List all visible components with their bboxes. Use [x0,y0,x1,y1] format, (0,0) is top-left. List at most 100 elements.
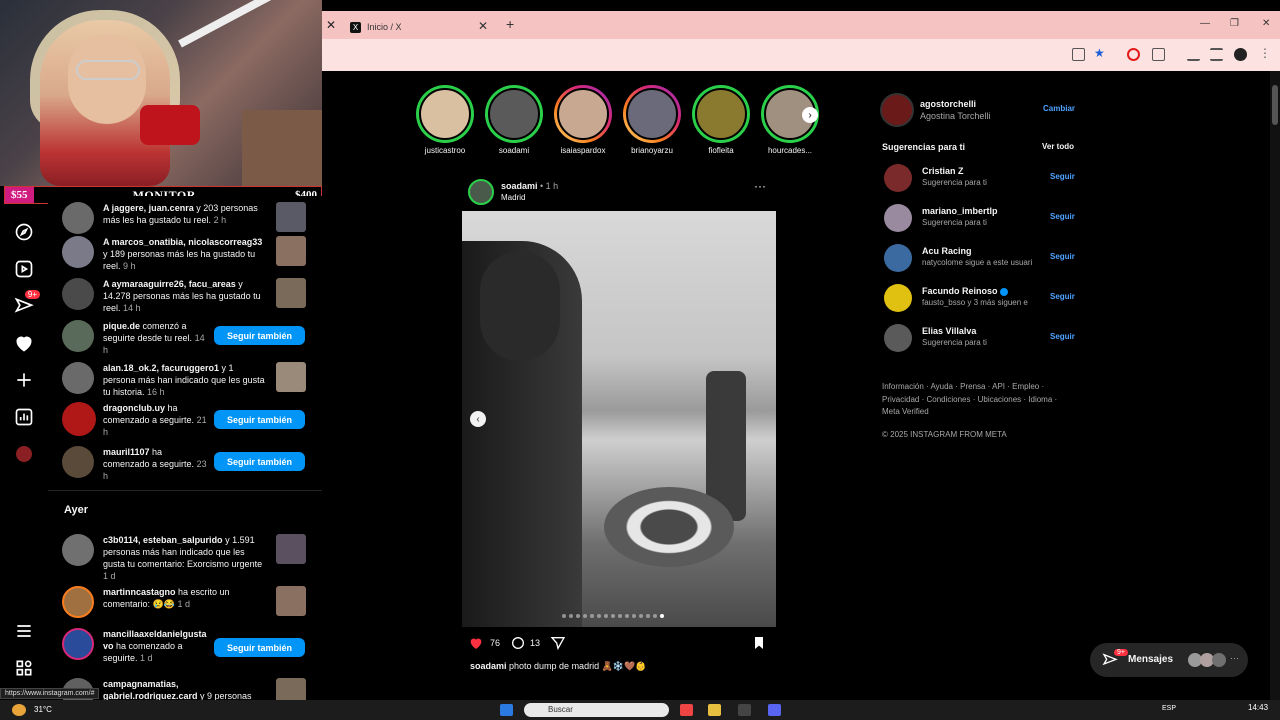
current-account-username[interactable]: agostorchelli [920,99,976,109]
post-thumbnail[interactable] [276,678,306,700]
install-app-icon[interactable] [1072,48,1085,61]
story-item[interactable]: fiofleita [692,85,750,155]
follow-button[interactable]: Seguir [1050,252,1075,261]
minimize-icon[interactable]: — [1200,18,1210,29]
system-clock[interactable]: 14:43 [1248,703,1268,712]
reel-thumbnail[interactable] [276,202,306,232]
tab-close-icon[interactable]: ✕ [478,19,488,33]
comment-icon[interactable] [510,635,526,651]
playlist-icon[interactable] [1210,48,1223,61]
story-thumbnail[interactable] [276,362,306,392]
story-item[interactable]: brianoyarzu [623,85,681,155]
story-item[interactable]: isaiaspardox [554,85,612,155]
avatar[interactable] [62,236,94,268]
download-icon[interactable] [1187,48,1200,61]
switch-account-link[interactable]: Cambiar [1043,104,1075,113]
avatar[interactable] [62,446,94,478]
follow-button[interactable]: Seguir [1050,332,1075,341]
close-icon[interactable]: ✕ [326,18,336,32]
app-taskbar-icon[interactable] [738,704,751,716]
avatar[interactable] [884,164,912,192]
new-tab-button[interactable]: + [506,16,514,32]
avatar[interactable] [62,320,94,352]
taskbar-search[interactable]: Buscar [524,703,669,717]
menu-hamburger-icon[interactable] [12,619,36,643]
reel-thumbnail[interactable] [276,278,306,308]
bookmark-star-icon[interactable]: ★ [1094,46,1107,60]
avatar[interactable] [62,628,94,660]
reel-thumbnail[interactable] [276,236,306,266]
caption-username[interactable]: soadami [470,661,507,671]
avatar[interactable] [62,202,94,234]
like-heart-icon[interactable] [468,635,484,651]
more-apps-icon[interactable] [12,656,36,680]
suggestion-reason: Sugerencia para ti [922,338,987,347]
story-item[interactable]: justicastroo [416,85,474,155]
profile-icon[interactable] [1234,48,1247,61]
footer-links-line[interactable]: Meta Verified [882,406,1062,419]
extensions-icon[interactable] [1152,48,1165,61]
notifications-heart-icon[interactable] [12,331,36,355]
create-plus-icon[interactable] [12,368,36,392]
input-language[interactable]: ESP [1162,705,1176,712]
opera-icon[interactable] [1127,48,1140,61]
suggestion-username[interactable]: Facundo Reinoso [922,286,1008,296]
messages-button[interactable]: 9+ Mensajes ··· [1090,643,1248,677]
follow-button[interactable]: Seguir [1050,292,1075,301]
follow-back-button[interactable]: Seguir también [214,326,305,345]
folder-taskbar-icon[interactable] [708,704,721,716]
post-thumbnail[interactable] [276,534,306,564]
follow-back-button[interactable]: Seguir también [214,638,305,657]
avatar[interactable] [62,534,94,566]
avatar[interactable] [62,278,94,310]
share-icon[interactable] [550,635,566,651]
avatar[interactable] [62,362,94,394]
reels-icon[interactable] [12,257,36,281]
avatar[interactable] [884,324,912,352]
current-account-avatar[interactable] [880,93,914,127]
avatar[interactable] [62,402,96,436]
stories-next-arrow-icon[interactable]: › [802,107,818,123]
see-all-link[interactable]: Ver todo [1042,142,1074,151]
suggestion-username[interactable]: Acu Racing [922,246,972,256]
follow-button[interactable]: Seguir [1050,172,1075,181]
windows-start-icon[interactable] [500,704,513,716]
story-item[interactable]: soadami [485,85,543,155]
suggestion-username[interactable]: Elias Villalva [922,326,976,336]
avatar[interactable] [884,284,912,312]
post-thumbnail[interactable] [276,586,306,616]
suggestion-username[interactable]: Cristian Z [922,166,964,176]
page-scrollbar[interactable] [1270,71,1280,700]
post-more-options-icon[interactable]: ··· [754,179,766,193]
post-image[interactable]: ‹ [462,211,776,627]
post-username[interactable]: soadami [501,181,538,191]
discord-taskbar-icon[interactable] [768,704,781,716]
browser-menu-icon[interactable]: ⋮ [1259,46,1272,60]
post-location[interactable]: Madrid [501,193,525,202]
follow-back-button[interactable]: Seguir también [214,452,305,471]
profile-avatar-icon[interactable] [12,442,36,466]
avatar[interactable] [884,244,912,272]
avatar[interactable] [884,204,912,232]
follow-back-button[interactable]: Seguir también [214,410,305,429]
post-author-avatar[interactable] [468,179,494,205]
avatar[interactable] [62,586,94,618]
explore-icon[interactable] [12,220,36,244]
carousel-prev-arrow-icon[interactable]: ‹ [470,411,486,427]
browser-taskbar-icon[interactable] [680,704,693,716]
messages-icon[interactable]: 9+ [12,290,40,318]
footer-links-line[interactable]: Información · Ayuda · Prensa · API · Emp… [882,381,1062,394]
save-bookmark-icon[interactable] [751,635,767,651]
browser-tab[interactable]: X Inicio / X ✕ [344,15,494,39]
footer-links-line[interactable]: Privacidad · Condiciones · Ubicaciones ·… [882,394,1062,407]
window-close-icon[interactable]: ✕ [1262,18,1270,29]
follow-button[interactable]: Seguir [1050,212,1075,221]
notification-user: dragonclub.uy [103,403,166,413]
dashboard-icon[interactable] [12,405,36,429]
weather-icon[interactable] [12,704,26,716]
avatar [1212,653,1226,667]
scrollbar-thumb[interactable] [1272,85,1278,125]
suggestion-username[interactable]: mariano_imbertlp [922,206,998,216]
restore-icon[interactable]: ❐ [1230,18,1239,29]
suggestion-item: mariano_imbertlp Sugerencia para ti Segu… [884,204,1084,234]
